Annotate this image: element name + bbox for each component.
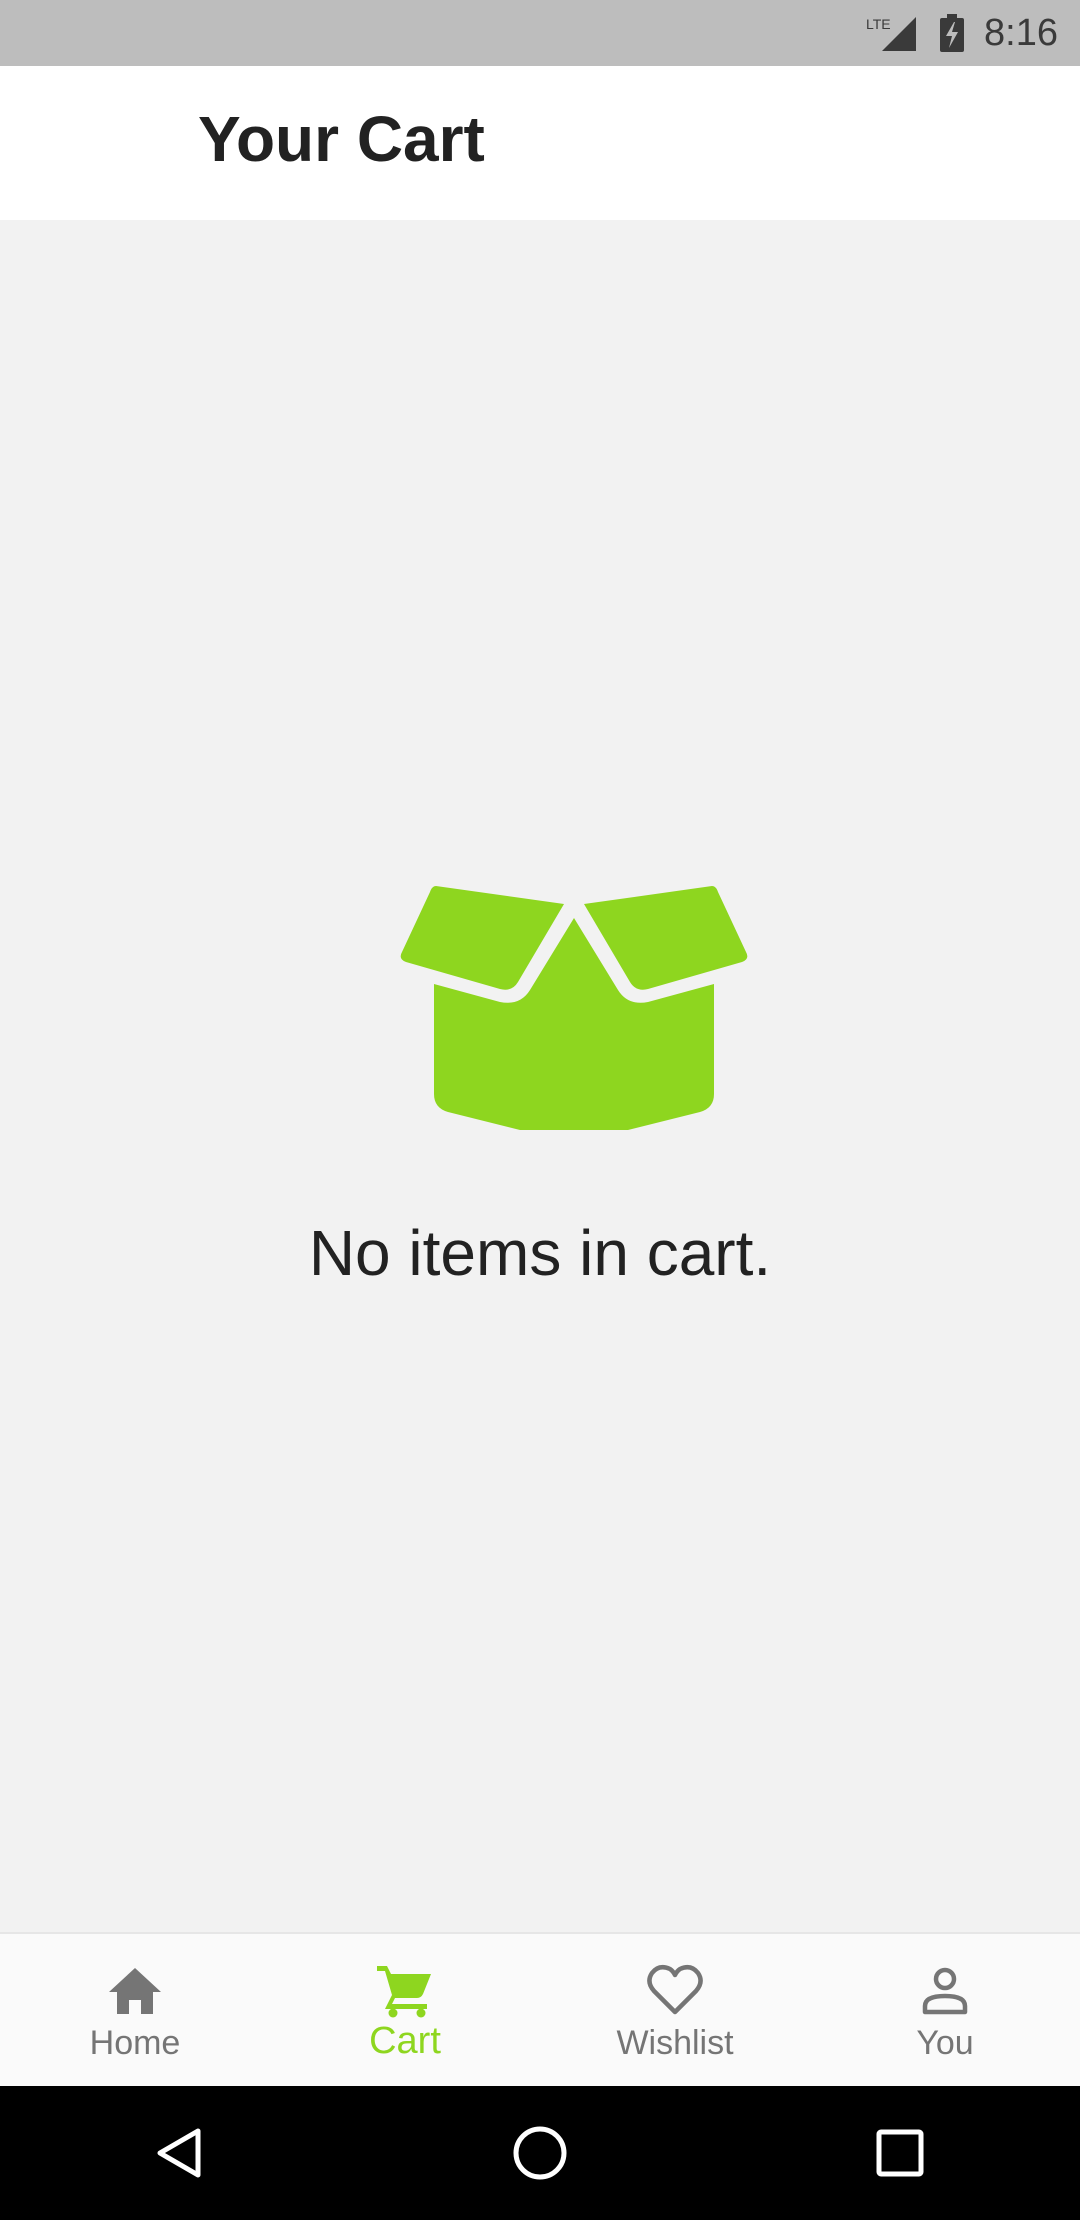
- back-triangle-icon: [157, 2128, 201, 2178]
- nav-item-home[interactable]: Home: [0, 1934, 270, 2086]
- recents-square-icon: [876, 2129, 924, 2177]
- nav-label-cart: Cart: [369, 2020, 441, 2062]
- battery-charging-icon: [940, 14, 965, 52]
- nav-item-wishlist[interactable]: Wishlist: [540, 1934, 810, 2086]
- heart-icon: [647, 1964, 703, 2015]
- open-box-icon: [400, 886, 748, 1130]
- home-circle-icon: [513, 2126, 567, 2180]
- person-icon: [922, 1967, 968, 2015]
- nav-item-cart[interactable]: Cart: [270, 1934, 540, 2086]
- status-time: 8:16: [984, 11, 1058, 54]
- status-bar: LTE 8:16: [0, 0, 1080, 66]
- nav-label-wishlist: Wishlist: [616, 2024, 734, 2062]
- nav-item-you[interactable]: You: [810, 1934, 1080, 2086]
- page-title: Your Cart: [198, 103, 485, 175]
- network-type: LTE: [866, 16, 891, 32]
- bottom-navigation: Home Cart Wishlist You: [0, 1932, 1080, 2086]
- empty-cart-message: No items in cart.: [308, 1217, 772, 1289]
- nav-label-home: Home: [89, 2024, 181, 2062]
- app-bar: Your Cart: [0, 66, 1080, 220]
- home-system-button[interactable]: [505, 2118, 575, 2188]
- nav-label-you: You: [916, 2024, 974, 2062]
- system-navigation-bar: [0, 2086, 1080, 2220]
- cart-content: No items in cart.: [0, 220, 1080, 1932]
- recents-button[interactable]: [865, 2118, 935, 2188]
- back-button[interactable]: [145, 2118, 215, 2188]
- home-icon: [109, 1968, 161, 2014]
- lte-signal-icon: LTE: [866, 16, 917, 51]
- cart-icon: [377, 1966, 431, 2018]
